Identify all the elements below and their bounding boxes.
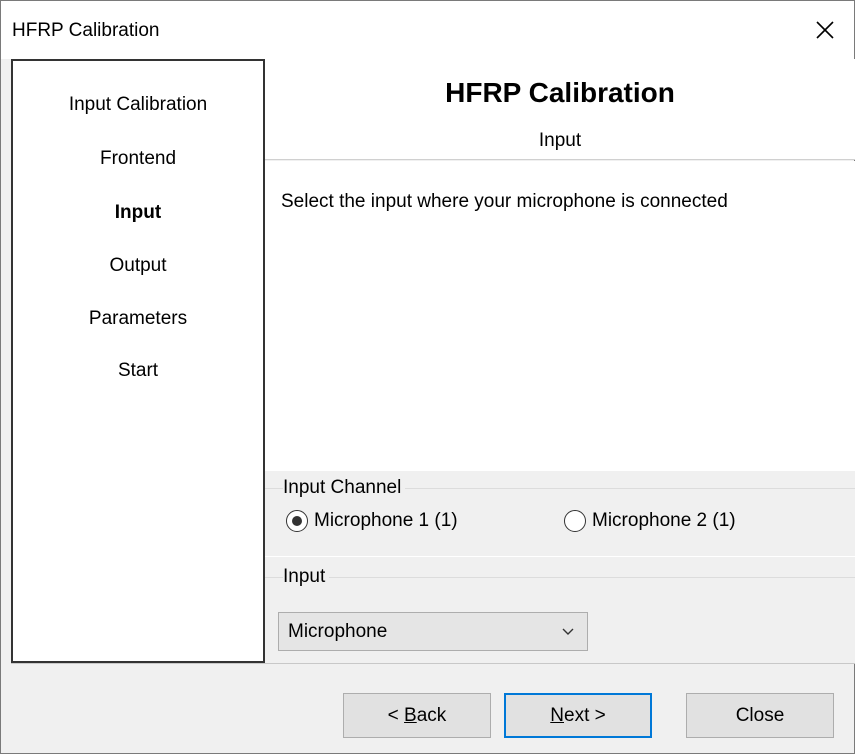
sidebar-item-output[interactable]: Output: [13, 255, 263, 277]
footer-separator: [11, 663, 855, 664]
calibration-window: HFRP Calibration Input Calibration Front…: [0, 0, 855, 754]
input-group-line: [265, 577, 855, 578]
instruction-text: Select the input where your microphone i…: [281, 191, 728, 212]
microphone-1-radio[interactable]: Microphone 1 (1): [286, 510, 458, 532]
close-button-label: Close: [735, 704, 785, 726]
close-button[interactable]: Close: [686, 693, 834, 738]
microphone-2-radio[interactable]: Microphone 2 (1): [564, 510, 736, 532]
wizard-steps-sidebar: Input Calibration Frontend Input Output …: [11, 59, 265, 663]
sidebar-item-input-calibration[interactable]: Input Calibration: [13, 94, 263, 116]
back-button-mnemonic: B: [404, 704, 417, 726]
close-icon: [816, 21, 834, 39]
sidebar-item-parameters[interactable]: Parameters: [13, 308, 263, 330]
input-select-value: Microphone: [288, 620, 388, 642]
window-title: HFRP Calibration: [12, 20, 160, 41]
next-button[interactable]: Next >: [504, 693, 652, 738]
input-group-label: Input: [283, 566, 330, 588]
close-window-button[interactable]: [796, 1, 854, 59]
radio-unchecked-indicator: [564, 510, 586, 532]
microphone-1-label: Microphone 1 (1): [314, 510, 458, 531]
sidebar-item-start[interactable]: Start: [13, 360, 263, 382]
sidebar-item-input[interactable]: Input: [13, 202, 263, 224]
back-button[interactable]: < Back: [343, 693, 491, 738]
page-title: HFRP Calibration: [445, 77, 675, 108]
chevron-down-icon: [562, 628, 574, 635]
radio-checked-indicator: [286, 510, 308, 532]
microphone-2-label: Microphone 2 (1): [592, 510, 736, 531]
page-subtitle: Input: [538, 130, 582, 151]
page-header: HFRP Calibration Input: [265, 59, 855, 160]
input-group-separator: [265, 556, 855, 557]
title-bar: HFRP Calibration: [1, 1, 854, 59]
input-select[interactable]: Microphone: [278, 612, 588, 651]
back-button-label: ack: [416, 704, 447, 726]
input-channel-group-label: Input Channel: [283, 477, 406, 499]
next-button-mnemonic: N: [550, 704, 564, 726]
sidebar-item-frontend[interactable]: Frontend: [13, 148, 263, 170]
next-button-label: ext >: [564, 704, 606, 726]
back-button-prefix: <: [387, 704, 405, 726]
